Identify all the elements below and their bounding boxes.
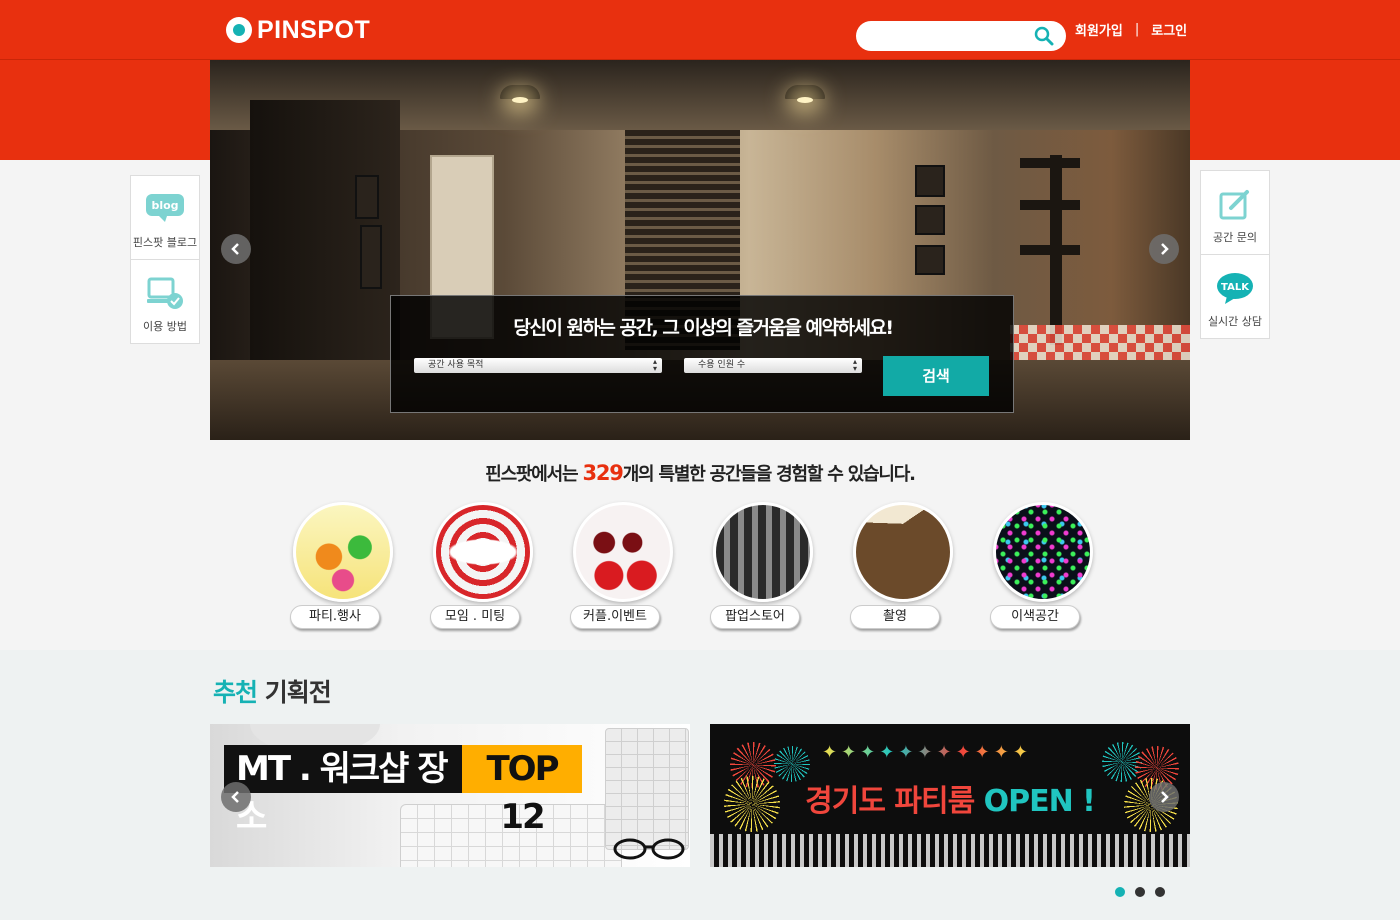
logo-text: PINSPOT [257, 15, 371, 44]
auth-links: 회원가입 | 로그인 [1075, 20, 1187, 39]
tagline-after: 개의 특별한 공간들을 경험할 수 있습니다. [622, 464, 916, 485]
chevron-left-icon [231, 791, 239, 803]
quick-menu-inquiry-label: 공간 문의 [1213, 231, 1257, 244]
header-search[interactable] [856, 21, 1066, 51]
glasses-icon [613, 838, 685, 860]
hero-frame [355, 175, 379, 219]
category-couple[interactable]: 커플.이벤트 [570, 502, 675, 629]
hero-lamp [500, 85, 540, 103]
banner-gyeonggi-partyroom[interactable]: ✦✦✦✦✦✦✦✦✦✦✦ 경기도 파티룸 OPEN ! [710, 724, 1190, 867]
category-popup-image [713, 502, 813, 602]
login-link[interactable]: 로그인 [1151, 20, 1187, 39]
monitor-check-icon [147, 277, 183, 309]
space-count: 329 [582, 461, 623, 485]
banner2-headline-main: 경기도 파티룸 [805, 784, 975, 819]
category-meeting[interactable]: 모임 . 미팅 [430, 502, 535, 629]
chevron-right-icon [1161, 791, 1169, 803]
signup-link[interactable]: 회원가입 [1075, 20, 1123, 39]
banner-mt-workshop[interactable]: MT . 워크샵 장소 TOP 12 [210, 724, 690, 867]
talk-icon-text: TALK [1221, 282, 1250, 293]
category-popup-label: 팝업스토어 [710, 605, 800, 629]
banner2-headline: 경기도 파티룸 OPEN ! [710, 776, 1190, 820]
auth-separator: | [1134, 22, 1140, 37]
search-icon[interactable] [1034, 26, 1054, 46]
banner2-city-lights [710, 834, 1190, 867]
pagination-dot[interactable] [1155, 887, 1165, 897]
quick-menu-chat[interactable]: TALK 실시간 상담 [1201, 255, 1269, 338]
banner1-highlight: TOP 12 [462, 745, 582, 837]
hero-lamp [785, 85, 825, 103]
recommend-next-button[interactable] [1149, 782, 1179, 812]
space-search-panel: 당신이 원하는 공간, 그 이상의 즐거움을 예약하세요! 공간 사용 목적 ▴… [390, 295, 1014, 413]
quick-menu-blog[interactable]: blog 핀스팟 블로그 [131, 176, 199, 260]
left-quick-menu: blog 핀스팟 블로그 이용 방법 [130, 175, 200, 344]
hero-search-button[interactable]: 검색 [883, 356, 989, 396]
category-unique-label: 이색공간 [990, 605, 1080, 629]
category-unique[interactable]: 이색공간 [990, 502, 1095, 629]
pin-logo-icon [226, 17, 252, 43]
category-meeting-label: 모임 . 미팅 [430, 605, 520, 629]
hero-title: 당신이 원하는 공간, 그 이상의 즐거움을 예약하세요! [513, 317, 894, 339]
recommend-prev-button[interactable] [221, 782, 251, 812]
category-shooting[interactable]: 촬영 [850, 502, 955, 629]
hero-frame [915, 245, 945, 275]
recommend-title-rest: 기획전 [257, 678, 332, 707]
banner1-headline: MT . 워크샵 장소 [224, 745, 462, 837]
hero-shelf [1050, 155, 1062, 345]
capacity-select[interactable]: 수용 인원 수 ▴ ▾ [684, 358, 862, 373]
category-couple-image [573, 502, 673, 602]
quick-menu-howto-label: 이용 방법 [143, 320, 187, 333]
banner2-headline-open: OPEN ! [983, 784, 1096, 819]
hero-next-button[interactable] [1149, 234, 1179, 264]
talk-icon: TALK [1217, 273, 1253, 304]
search-input[interactable] [870, 26, 1034, 48]
blog-icon-text: blog [151, 199, 178, 212]
capacity-select-value: 수용 인원 수 [698, 360, 746, 370]
right-quick-menu: 공간 문의 TALK 실시간 상담 [1200, 170, 1270, 339]
recommend-pagination [1115, 887, 1175, 897]
edit-icon [1219, 190, 1249, 220]
tagline-before: 핀스팟에서는 [485, 464, 583, 485]
hero-frame [915, 165, 945, 197]
category-party-label: 파티.행사 [290, 605, 380, 629]
category-unique-image [993, 502, 1093, 602]
category-popup[interactable]: 팝업스토어 [710, 502, 815, 629]
category-shooting-image [853, 502, 953, 602]
category-party[interactable]: 파티.행사 [290, 502, 395, 629]
quick-menu-blog-label: 핀스팟 블로그 [132, 236, 198, 249]
quick-menu-inquiry[interactable]: 공간 문의 [1201, 171, 1269, 255]
category-couple-label: 커플.이벤트 [570, 605, 660, 629]
recommend-title-accent: 추천 [213, 678, 258, 707]
hero-frame [360, 225, 382, 289]
blog-icon: blog [146, 194, 184, 222]
chevron-right-icon [1161, 243, 1169, 255]
space-count-tagline: 핀스팟에서는 329개의 특별한 공간들을 경험할 수 있습니다. [0, 460, 1400, 486]
hero-frame [915, 205, 945, 235]
select-arrows-icon: ▴ ▾ [852, 357, 857, 373]
select-arrows-icon: ▴ ▾ [652, 357, 657, 373]
pagination-dot[interactable] [1115, 887, 1125, 897]
pinspot-logo[interactable]: PINSPOT [226, 16, 370, 44]
quick-menu-chat-label: 실시간 상담 [1207, 315, 1263, 328]
category-meeting-image [433, 502, 533, 602]
category-shooting-label: 촬영 [850, 605, 940, 629]
chevron-left-icon [231, 243, 239, 255]
purpose-select-value: 공간 사용 목적 [428, 360, 484, 370]
banner-calculator [605, 728, 689, 850]
category-party-image [293, 502, 393, 602]
hero-prev-button[interactable] [221, 234, 251, 264]
purpose-select[interactable]: 공간 사용 목적 ▴ ▾ [414, 358, 662, 373]
pagination-dot[interactable] [1135, 887, 1145, 897]
quick-menu-howto[interactable]: 이용 방법 [131, 260, 199, 343]
recommend-title: 추천 기획전 [213, 673, 332, 709]
sparkle-row: ✦✦✦✦✦✦✦✦✦✦✦ [822, 742, 1032, 763]
